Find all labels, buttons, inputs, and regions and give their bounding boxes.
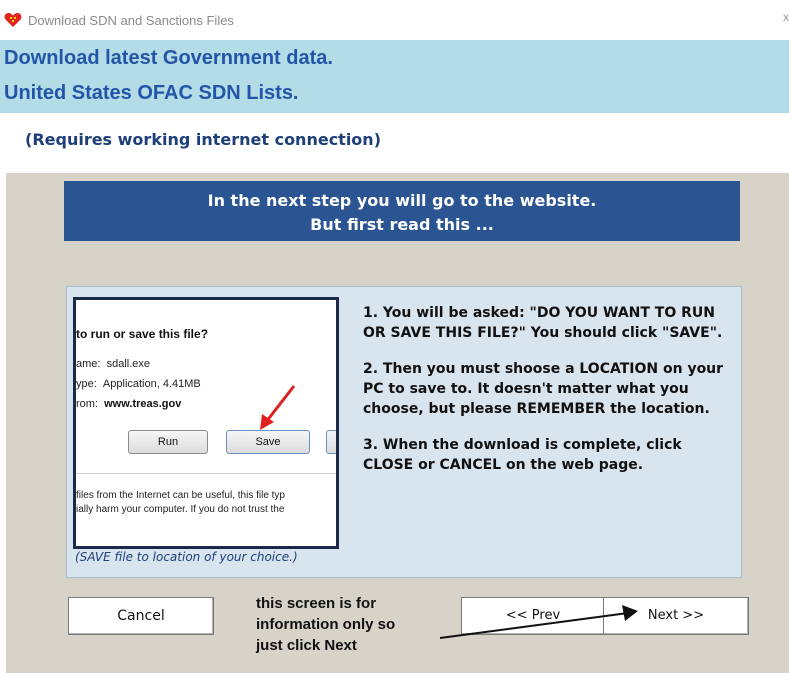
instruction-step-2: 2. Then you must shoose a LOCATION on yo… [363,361,724,417]
example-screenshot: to run or save this file? ame: sdall.exe… [73,297,339,549]
main-content: In the next step you will go to the webs… [0,173,789,673]
heart-app-icon [4,13,22,27]
subheader: (Requires working internet connection) [0,113,789,173]
close-window-button[interactable]: x [783,10,789,24]
next-button[interactable]: Next >> [603,597,749,635]
header-title-line1: Download latest Government data. [4,47,333,69]
screenshot-caption: (SAVE file to location of your choice.) [75,550,298,564]
annotation-note: this screen is for information only so j… [256,593,466,656]
info-banner: In the next step you will go to the webs… [64,181,740,241]
window-title: Download SDN and Sanctions Files [28,13,234,28]
banner-line2: But first read this ... [310,215,494,234]
instruction-step-1: 1. You will be asked: "DO YOU WANT TO RU… [363,305,723,341]
instructions-panel: to run or save this file? ame: sdall.exe… [66,286,742,578]
red-arrow-icon [260,385,296,430]
prev-button[interactable]: << Prev [461,597,605,635]
header-panel: Download latest Government data. United … [0,40,789,113]
note-line2: information only so [256,616,396,633]
header-title-line2: United States OFAC SDN Lists. [4,82,299,104]
banner-line1: In the next step you will go to the webs… [207,191,597,210]
connection-requirement-text: (Requires working internet connection) [25,130,381,149]
note-line1: this screen is for [256,595,377,612]
instruction-list: 1. You will be asked: "DO YOU WANT TO RU… [363,303,735,491]
title-bar: Download SDN and Sanctions Files x [0,0,789,40]
instruction-step-3: 3. When the download is complete, click … [363,437,682,473]
note-line3: just click Next [256,637,357,654]
cancel-button[interactable]: Cancel [68,597,214,635]
